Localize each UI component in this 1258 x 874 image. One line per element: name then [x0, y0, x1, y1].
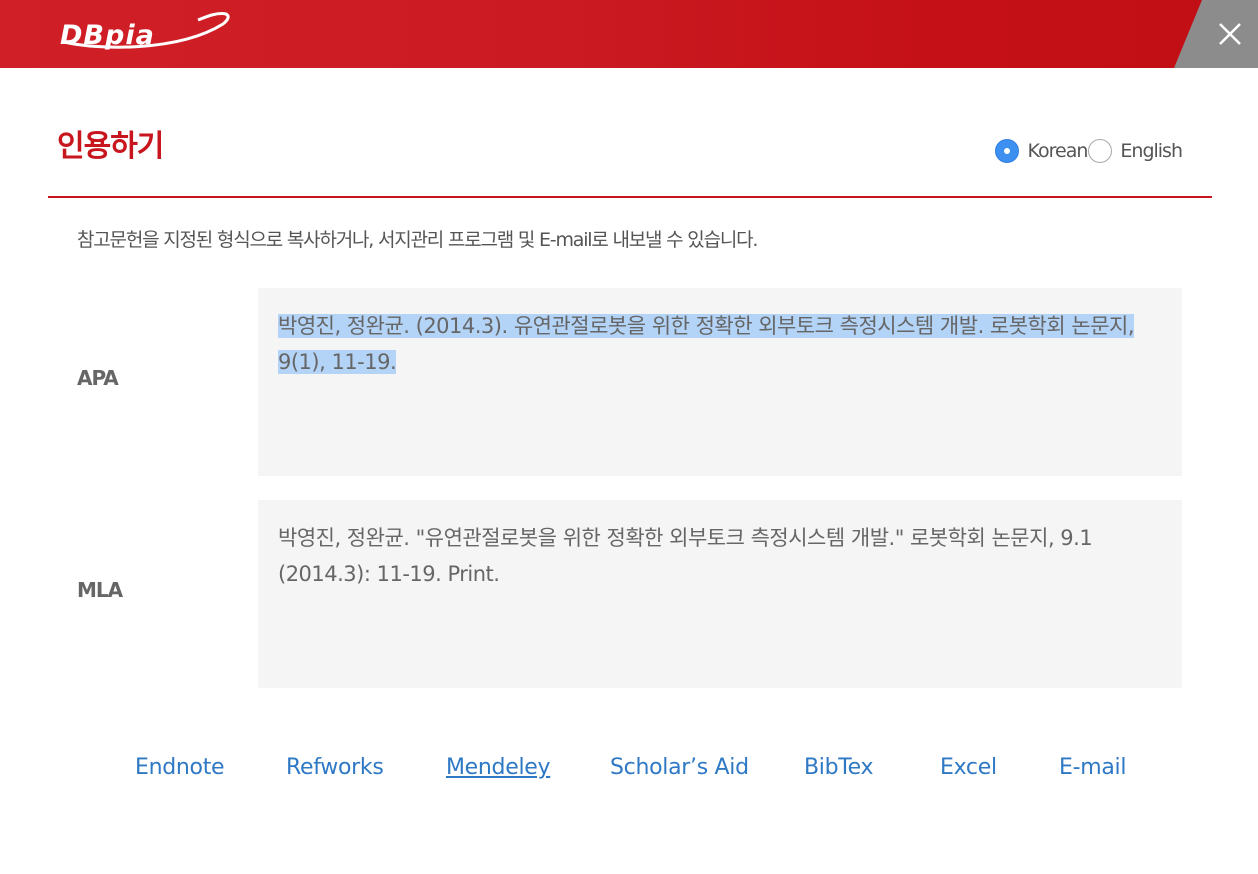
svg-text:DBpia: DBpia — [60, 20, 155, 51]
export-links: Endnote Refworks Mendeley Scholar’s Aid … — [0, 755, 1258, 789]
radio-checked-icon[interactable] — [995, 139, 1020, 163]
close-icon — [1219, 23, 1241, 45]
export-refworks-link[interactable]: Refworks — [286, 755, 384, 780]
export-mendeley-link[interactable]: Mendeley — [446, 755, 551, 780]
apa-label: APA — [77, 366, 119, 390]
close-button[interactable] — [1174, 0, 1258, 68]
title-divider — [48, 196, 1212, 198]
dbpia-logo: DBpia — [60, 12, 230, 51]
radio-english[interactable]: English — [1088, 139, 1183, 163]
language-selector: Korean English — [995, 139, 1183, 163]
export-excel-link[interactable]: Excel — [940, 755, 997, 780]
export-scholars-aid-link[interactable]: Scholar’s Aid — [610, 755, 749, 780]
apa-citation-box[interactable]: 박영진, 정완균. (2014.3). 유연관절로봇을 위한 정확한 외부토크 … — [258, 288, 1182, 476]
page-title: 인용하기 — [57, 129, 164, 164]
radio-english-label: English — [1120, 140, 1183, 162]
export-endnote-link[interactable]: Endnote — [135, 755, 225, 780]
export-email-link[interactable]: E-mail — [1059, 755, 1126, 780]
mla-label: MLA — [77, 578, 123, 602]
header-bar: DBpia — [0, 0, 1258, 68]
radio-unchecked-icon[interactable] — [1088, 139, 1113, 163]
apa-citation-text[interactable]: 박영진, 정완균. (2014.3). 유연관절로봇을 위한 정확한 외부토크 … — [278, 314, 1135, 374]
description-text: 참고문헌을 지정된 형식으로 복사하거나, 서지관리 프로그램 및 E-mail… — [77, 229, 758, 251]
radio-korean-label: Korean — [1027, 140, 1088, 162]
mla-citation-text[interactable]: 박영진, 정완균. "유연관절로봇을 위한 정확한 외부토크 측정시스템 개발.… — [278, 526, 1093, 586]
radio-korean[interactable]: Korean — [995, 139, 1088, 163]
export-bibtex-link[interactable]: BibTex — [804, 755, 874, 780]
mla-citation-box[interactable]: 박영진, 정완균. "유연관절로봇을 위한 정확한 외부토크 측정시스템 개발.… — [258, 500, 1182, 688]
